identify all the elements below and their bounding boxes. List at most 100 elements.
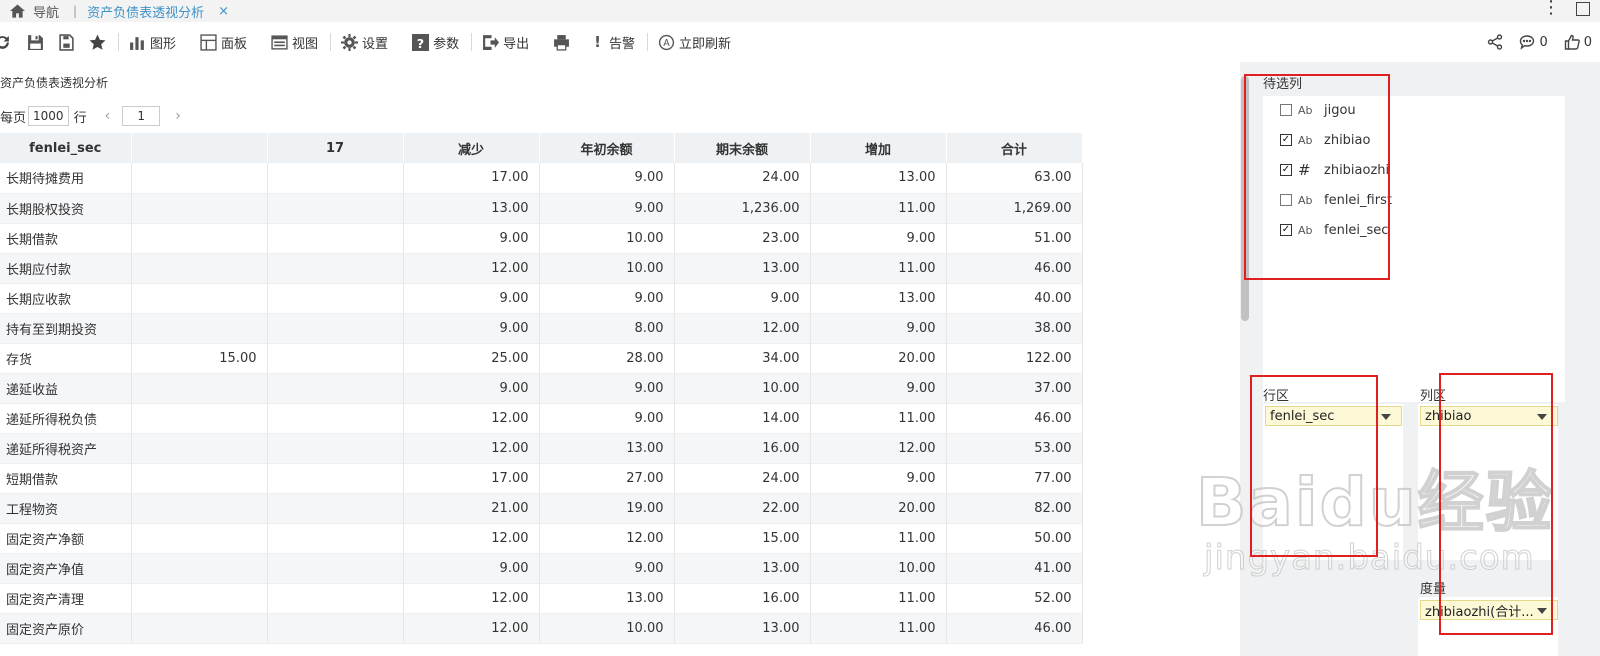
field-checkbox[interactable] xyxy=(1280,104,1292,116)
prev-page-button[interactable]: ‹ xyxy=(105,108,111,124)
refresh-button[interactable] xyxy=(0,34,11,51)
value-cell: 13.00 xyxy=(539,433,675,464)
table-row[interactable]: 固定资产净额 12.00 12.00 15.00 11.00 50.00 xyxy=(0,523,1083,554)
field-item-zhibiaozhi[interactable]: ✓ # zhibiaozhi xyxy=(1280,160,1389,180)
table-row[interactable]: 长期股权投资 13.00 9.00 1,236.00 11.00 1,269.00 xyxy=(0,193,1083,224)
value-cell: 38.00 xyxy=(946,313,1083,344)
chevron-down-icon[interactable] xyxy=(1537,608,1547,614)
value-cell: 13.00 xyxy=(674,253,811,284)
table-row[interactable]: 持有至到期投资 9.00 8.00 12.00 9.00 38.00 xyxy=(0,313,1083,344)
tab-bar: 导航 | 资产负债表透视分析 × ⋮ xyxy=(0,0,1600,22)
save-button[interactable] xyxy=(27,34,44,51)
view-button[interactable]: 视图 xyxy=(271,33,318,52)
column-header[interactable]: 减少 xyxy=(403,133,540,163)
value-cell xyxy=(131,553,268,584)
scrollbar-thumb[interactable] xyxy=(1241,76,1249,321)
table-row[interactable]: 递延所得税负债 12.00 9.00 14.00 11.00 46.00 xyxy=(0,403,1083,434)
value-cell: 11.00 xyxy=(810,193,947,224)
print-button[interactable] xyxy=(553,34,570,51)
like-count: 0 xyxy=(1583,34,1592,50)
field-checkbox[interactable]: ✓ xyxy=(1280,224,1292,236)
panel-button[interactable]: 面板 xyxy=(200,33,247,52)
table-row[interactable]: 长期应收款 9.00 9.00 9.00 13.00 40.00 xyxy=(0,283,1083,314)
measure-zone-field[interactable]: zhibiaozhi(合计... xyxy=(1420,600,1558,620)
value-cell: 9.00 xyxy=(403,223,540,254)
like-button[interactable]: 0 xyxy=(1564,34,1592,50)
value-cell xyxy=(267,463,404,494)
value-cell xyxy=(131,283,268,314)
value-cell: 9.00 xyxy=(810,373,947,404)
row-label-cell: 固定资产净值 xyxy=(0,553,132,584)
print-icon xyxy=(554,34,570,51)
value-cell xyxy=(267,253,404,284)
table-row[interactable]: 固定资产清理 12.00 13.00 16.00 11.00 52.00 xyxy=(0,583,1083,614)
params-button[interactable]: ? 参数 xyxy=(412,33,459,52)
toolbar: 图形 面板 视图 设置 ? 参数 导出 ! 告警 A 立即刷新 0 0 xyxy=(0,24,1600,60)
table-row[interactable]: 固定资产原价 12.00 10.00 13.00 11.00 46.00 xyxy=(0,613,1083,644)
value-cell: 1,269.00 xyxy=(946,193,1083,224)
toolbar-divider xyxy=(118,33,119,51)
value-cell xyxy=(131,403,268,434)
favorite-button[interactable] xyxy=(89,34,106,51)
tab-report[interactable]: 资产负债表透视分析 × xyxy=(87,2,229,21)
column-header[interactable]: 17 xyxy=(267,133,404,163)
table-row[interactable]: 工程物资 21.00 19.00 22.00 20.00 82.00 xyxy=(0,493,1083,524)
export-button[interactable]: 导出 xyxy=(482,33,529,52)
value-cell: 19.00 xyxy=(539,493,675,524)
column-header[interactable]: 年初余额 xyxy=(539,133,675,163)
column-header[interactable]: 期末余额 xyxy=(674,133,811,163)
value-cell: 24.00 xyxy=(674,463,811,494)
value-cell xyxy=(131,583,268,614)
table-row[interactable]: 递延所得税资产 12.00 13.00 16.00 12.00 53.00 xyxy=(0,433,1083,464)
measure-zone-label: 度量 xyxy=(1420,582,1447,597)
chevron-down-icon[interactable] xyxy=(1381,414,1391,420)
page-number-input[interactable]: 1 xyxy=(122,106,161,126)
table-row[interactable]: 长期应付款 12.00 10.00 13.00 11.00 46.00 xyxy=(0,253,1083,284)
chart-button[interactable]: 图形 xyxy=(129,33,176,52)
field-item-fenlei-sec[interactable]: ✓ Ab fenlei_sec xyxy=(1280,220,1388,240)
table-row[interactable]: 递延收益 9.00 9.00 10.00 9.00 37.00 xyxy=(0,373,1083,404)
table-row[interactable]: 短期借款 17.00 27.00 24.00 9.00 77.00 xyxy=(0,463,1083,494)
comment-button[interactable]: 0 xyxy=(1519,34,1548,50)
more-vertical-icon[interactable]: ⋮ xyxy=(1542,0,1560,17)
field-checkbox[interactable]: ✓ xyxy=(1280,134,1292,146)
row-label-cell: 工程物资 xyxy=(0,493,132,524)
row-zone[interactable] xyxy=(1263,404,1403,560)
table-row[interactable]: 固定资产净值 9.00 9.00 13.00 10.00 41.00 xyxy=(0,553,1083,584)
field-checkbox[interactable]: ✓ xyxy=(1280,164,1292,176)
tab-home[interactable]: 导航 xyxy=(0,2,59,21)
column-header[interactable]: 合计 xyxy=(946,133,1083,163)
alert-button[interactable]: ! 告警 xyxy=(594,33,635,52)
column-header[interactable] xyxy=(131,133,268,163)
column-header[interactable]: fenlei_sec xyxy=(0,133,132,163)
per-page-input[interactable]: 1000 xyxy=(28,106,69,126)
next-page-button[interactable]: › xyxy=(175,108,181,124)
field-checkbox[interactable] xyxy=(1280,194,1292,206)
refresh-now-button[interactable]: A 立即刷新 xyxy=(658,33,731,52)
column-header[interactable]: 增加 xyxy=(810,133,947,163)
field-item-jigou[interactable]: Ab jigou xyxy=(1280,100,1356,120)
value-cell: 13.00 xyxy=(674,553,811,584)
value-cell: 16.00 xyxy=(674,583,811,614)
pager: 每页 1000 行 ‹ 1 › xyxy=(0,106,191,126)
row-zone-field[interactable]: fenlei_sec xyxy=(1265,406,1402,426)
table-row[interactable]: 长期待摊费用 17.00 9.00 24.00 13.00 63.00 xyxy=(0,163,1083,194)
field-item-zhibiao[interactable]: ✓ Ab zhibiao xyxy=(1280,130,1370,150)
field-item-fenlei-first[interactable]: Ab fenlei_first xyxy=(1280,190,1392,210)
row-unit-label: 行 xyxy=(73,110,87,126)
close-icon[interactable]: × xyxy=(218,4,229,19)
table-row[interactable]: 存货 15.00 25.00 28.00 34.00 20.00 122.00 xyxy=(0,343,1083,374)
row-label-cell: 固定资产原价 xyxy=(0,613,132,644)
table-row[interactable]: 长期借款 9.00 10.00 23.00 9.00 51.00 xyxy=(0,223,1083,254)
settings-button[interactable]: 设置 xyxy=(341,33,388,52)
save-as-button[interactable] xyxy=(58,33,75,51)
column-zone-field[interactable]: zhibiao xyxy=(1420,406,1558,426)
gear-icon xyxy=(341,33,359,51)
tab-report-label: 资产负债表透视分析 xyxy=(87,5,205,21)
field-name: fenlei_sec xyxy=(1324,222,1389,238)
column-zone[interactable] xyxy=(1418,404,1558,560)
chevron-down-icon[interactable] xyxy=(1537,414,1547,420)
value-cell: 9.00 xyxy=(539,193,675,224)
window-icon[interactable] xyxy=(1576,2,1590,16)
share-button[interactable] xyxy=(1487,34,1503,50)
